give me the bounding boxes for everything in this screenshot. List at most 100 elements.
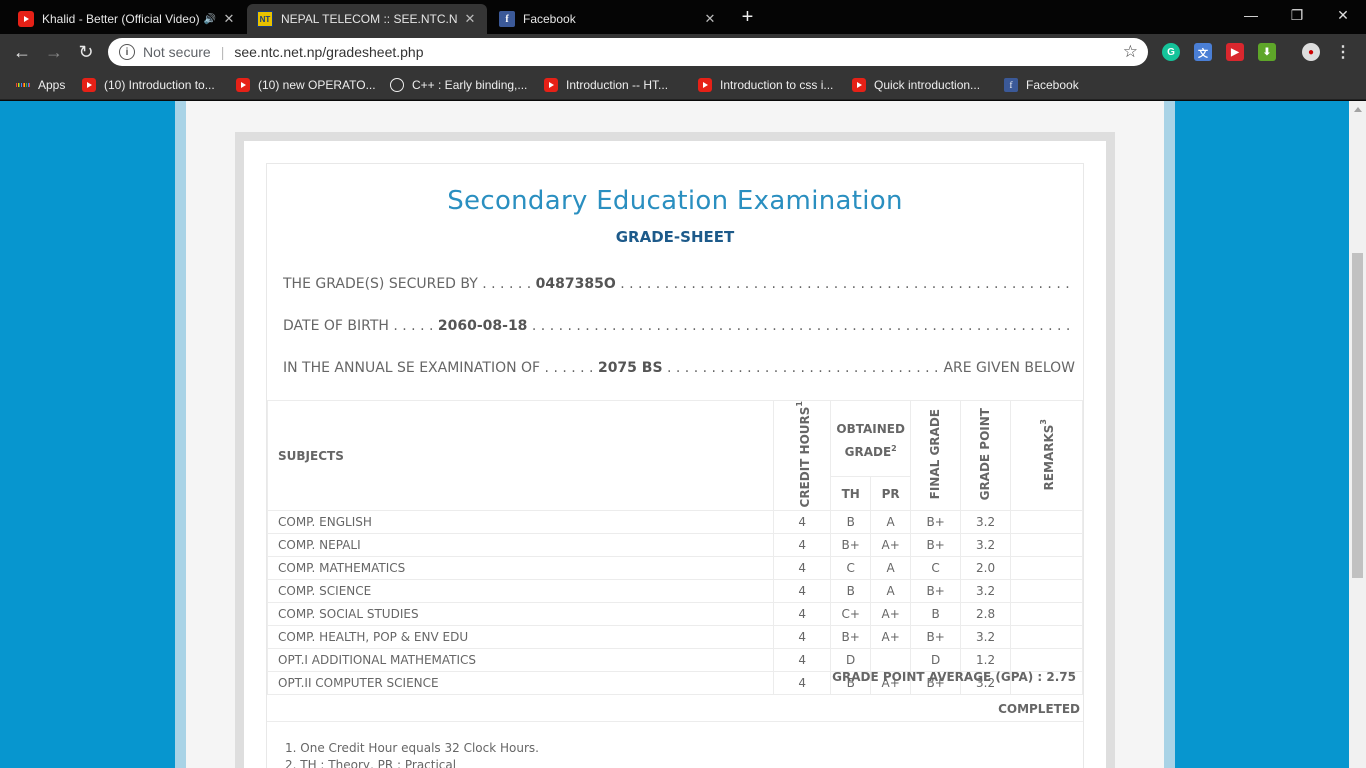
footnote-marker: 2 [891,443,897,453]
gradesheet-paper: Secondary Education Examination GRADE-SH… [244,141,1106,768]
bookmark-item[interactable]: (10) Introduction to... [82,76,215,94]
scrollbar-thumb[interactable] [1352,253,1363,578]
dob-value: 2060-08-18 [437,318,528,334]
subjects-header: SUBJECTS [266,399,775,512]
content-panel: Secondary Education Examination GRADE-SH… [186,101,1164,768]
table-row: COMP. SOCIAL STUDIES 4 C+ A+ B 2.8 [266,602,1083,627]
facebook-icon: f [1004,78,1018,92]
pr-cell: A+ [870,533,912,558]
download-icon[interactable]: ⬇ [1258,43,1276,61]
bookmark-label: Introduction to css i... [720,78,834,92]
subject-cell: COMP. NEPALI [266,533,775,558]
final-cell: B+ [910,625,962,650]
info-icon[interactable]: i [119,44,135,60]
final-cell: B+ [910,510,962,535]
grade-point-header: GRADE POINT [960,399,1012,512]
tab-facebook[interactable]: f Facebook ✕ [489,4,727,34]
close-tab-icon[interactable]: ✕ [222,11,236,27]
youtube-icon [544,78,558,92]
restore-button[interactable]: ❐ [1274,0,1320,30]
remarks-cell [1010,648,1083,673]
translate-icon[interactable]: 文 [1194,43,1212,61]
minimize-button[interactable]: — [1228,0,1274,30]
bookmark-star-icon[interactable]: ☆ [1123,42,1138,62]
close-tab-icon[interactable]: ✕ [703,11,717,27]
tab-title: Khalid - Better (Official Video) [42,12,200,26]
credit-cell: 4 [773,671,832,696]
final-grade-header: FINAL GRADE [910,399,962,512]
table-row: COMP. NEPALI 4 B+ A+ B+ 3.2 [266,533,1083,558]
page-scrollbar[interactable] [1349,101,1366,768]
remarks-cell [1010,510,1083,535]
bookmark-item[interactable]: (10) new OPERATO... [236,76,376,94]
security-label: Not secure [143,44,211,60]
close-tab-icon[interactable]: ✕ [463,11,477,27]
divider [267,721,1083,722]
credit-cell: 4 [773,648,832,673]
pr-cell: A [870,510,912,535]
remarks-cell [1010,533,1083,558]
bookmark-apps[interactable]: Apps [15,76,65,94]
table-row: OPT.I ADDITIONAL MATHEMATICS 4 D D 1.2 [266,648,1083,673]
result-status: COMPLETED [998,702,1080,716]
th-cell: B [830,510,872,535]
scroll-up-arrow-icon[interactable] [1354,107,1362,112]
practical-header: PR [870,475,912,512]
tab-title: Facebook [523,12,576,26]
footnote-marker: 1 [794,401,804,407]
bookmark-item[interactable]: Introduction to css i... [698,76,833,94]
grades-table: SUBJECTS CREDIT HOURS1 OBTAINED GRADE2 FI… [266,399,1083,696]
extension-icon[interactable]: ▶ [1226,43,1244,61]
final-cell: C [910,556,962,581]
youtube-icon [236,78,250,92]
divider: | [220,44,225,60]
th-cell: B+ [830,625,872,650]
final-cell: B [910,602,962,627]
youtube-icon [852,78,866,92]
reload-button[interactable]: ↻ [72,38,100,66]
point-cell: 3.2 [960,579,1012,604]
table-row: COMP. HEALTH, POP & ENV EDU 4 B+ A+ B+ 3.2 [266,625,1083,650]
secured-by-label: THE GRADE(S) SECURED BY [283,276,478,292]
remarks-cell [1010,579,1083,604]
url-text[interactable]: see.ntc.net.np/gradesheet.php [234,44,423,60]
th-cell: D [830,648,872,673]
page-frame: Secondary Education Examination GRADE-SH… [175,101,1175,768]
divider [267,694,1083,695]
bookmark-item[interactable]: Introduction -- HT... [544,76,668,94]
address-bar[interactable]: i Not secure | see.ntc.net.np/gradesheet… [108,38,1148,66]
final-cell: B+ [910,579,962,604]
th-cell: B+ [830,533,872,558]
credit-hours-header: CREDIT HOURS1 [773,399,832,512]
audio-icon[interactable]: 🔊 [204,14,216,25]
menu-icon[interactable]: ⋮ [1334,43,1352,61]
bookmark-item[interactable]: C++ : Early binding,... [390,76,527,94]
grammarly-icon[interactable]: G [1162,43,1180,61]
bookmark-item[interactable]: f Facebook [1004,76,1079,94]
point-cell: 3.2 [960,510,1012,535]
credit-cell: 4 [773,510,832,535]
back-button[interactable]: ← [8,38,36,66]
remarks-cell [1010,556,1083,581]
remarks-cell [1010,602,1083,627]
subject-cell: COMP. HEALTH, POP & ENV EDU [266,625,775,650]
remarks-cell [1010,625,1083,650]
page-viewport: Secondary Education Examination GRADE-SH… [0,101,1349,768]
credit-cell: 4 [773,556,832,581]
table-row: COMP. MATHEMATICS 4 C A C 2.0 [266,556,1083,581]
tab-ntc[interactable]: NT NEPAL TELECOM :: SEE.NTC.NET.NP ✕ [247,4,487,34]
th-cell: C+ [830,602,872,627]
remarks-header: REMARKS3 [1010,399,1083,512]
pr-cell: A [870,579,912,604]
close-window-button[interactable]: ✕ [1320,0,1366,30]
tab-youtube[interactable]: Khalid - Better (Official Video) 🔊 ✕ [8,4,246,34]
subject-cell: COMP. SCIENCE [266,579,775,604]
forward-button[interactable]: → [40,38,68,66]
youtube-icon [18,11,34,27]
browser-toolbar: ← → ↻ i Not secure | see.ntc.net.np/grad… [0,34,1366,70]
final-cell: D [910,648,962,673]
new-tab-button[interactable]: + [735,5,760,30]
profile-avatar[interactable]: ● [1302,43,1320,61]
secured-by-line: THE GRADE(S) SECURED BY . . . . . . 0487… [283,276,1075,292]
bookmark-item[interactable]: Quick introduction... [852,76,980,94]
